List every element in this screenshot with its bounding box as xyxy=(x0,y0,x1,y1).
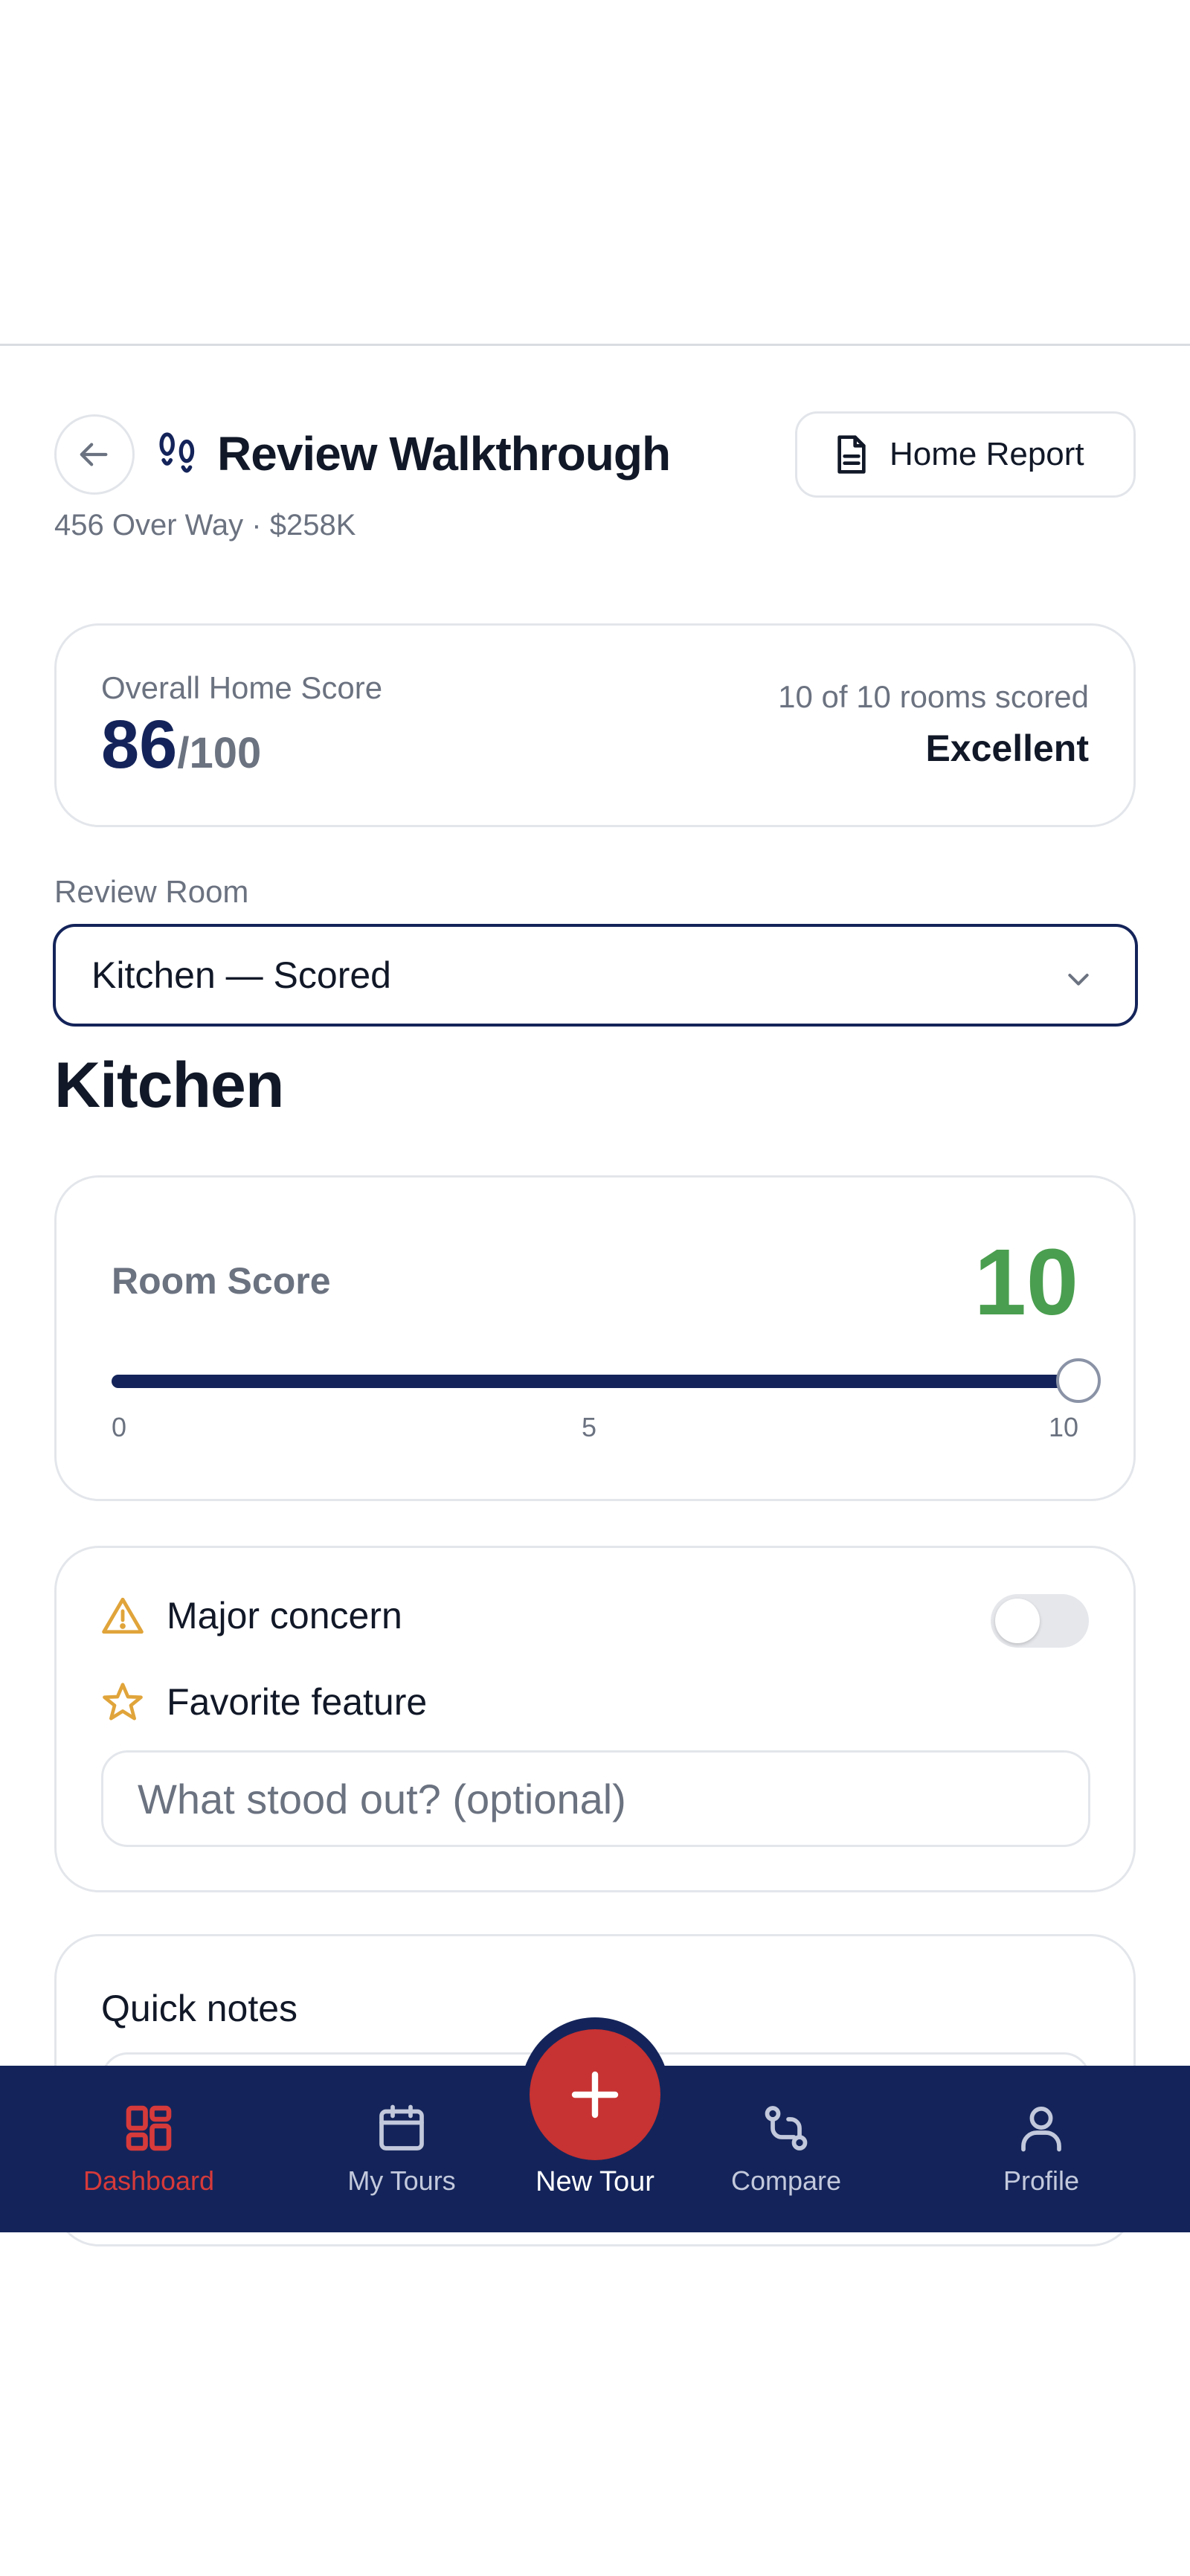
nav-item-compare[interactable]: Compare xyxy=(686,2066,887,2232)
home-report-button[interactable]: Home Report xyxy=(795,411,1136,498)
nav-label-compare: Compare xyxy=(730,2165,842,2196)
star-icon xyxy=(103,1683,143,1721)
favorite-feature-label: Favorite feature xyxy=(167,1681,428,1723)
footprints-icon xyxy=(159,432,195,473)
overall-score-card: Overall Home Score 86/100 10 of 10 rooms… xyxy=(54,623,1136,827)
room-heading: Kitchen xyxy=(54,1050,284,1121)
header-divider xyxy=(0,344,1190,346)
overall-score-value: 86/100 xyxy=(101,709,261,800)
home-report-label: Home Report xyxy=(890,436,1084,472)
nav-label-my-tours: My Tours xyxy=(347,2165,456,2196)
major-concern-toggle[interactable] xyxy=(991,1594,1089,1648)
major-concern-row: Major concern xyxy=(101,1594,402,1637)
compare-icon xyxy=(765,2106,808,2151)
arrow-left-icon xyxy=(80,443,108,466)
nav-item-my-tours[interactable]: My Tours xyxy=(301,2066,502,2232)
nav-label-new-tour: New Tour xyxy=(536,2166,654,2197)
user-icon xyxy=(1021,2107,1061,2152)
room-score-card: Room Score 10 0 5 10 xyxy=(54,1175,1136,1501)
room-flags-card: Major concern Favorite feature xyxy=(54,1546,1136,1892)
major-concern-label: Major concern xyxy=(167,1595,402,1637)
quick-notes-label: Quick notes xyxy=(101,1988,298,2029)
nav-label-profile: Profile xyxy=(1003,2165,1080,2196)
listing-subtitle: 456 Over Way · $258K xyxy=(54,509,356,542)
overall-score-max: /100 xyxy=(177,729,262,777)
rooms-scored-count: 10 of 10 rooms scored xyxy=(778,679,1089,714)
review-room-selected: Kitchen — Scored xyxy=(91,954,391,996)
review-room-select[interactable]: Kitchen — Scored xyxy=(53,924,1138,1027)
dashboard-icon xyxy=(126,2105,172,2151)
plus-icon xyxy=(571,2071,619,2119)
slider-tick-mid: 5 xyxy=(582,1412,597,1442)
slider-thumb[interactable] xyxy=(1056,1358,1101,1403)
document-icon xyxy=(837,435,866,474)
room-score-label: Room Score xyxy=(112,1260,331,1302)
favorite-feature-row: Favorite feature xyxy=(101,1680,427,1724)
nav-label-dashboard: Dashboard xyxy=(83,2165,215,2196)
slider-fill xyxy=(112,1375,1078,1388)
slider-tick-min: 0 xyxy=(112,1412,127,1442)
overall-score-number: 86 xyxy=(101,707,178,783)
toggle-knob xyxy=(995,1599,1040,1643)
room-score-value: 10 xyxy=(974,1230,1078,1334)
favorite-feature-input[interactable] xyxy=(101,1750,1090,1847)
nav-item-profile[interactable]: Profile xyxy=(941,2066,1142,2232)
review-room-label: Review Room xyxy=(54,874,249,909)
overall-rating: Excellent xyxy=(925,727,1089,769)
calendar-icon xyxy=(379,2104,424,2151)
nav-item-dashboard[interactable]: Dashboard xyxy=(45,2066,253,2232)
slider-tick-max: 10 xyxy=(1048,1412,1078,1442)
overall-score-label: Overall Home Score xyxy=(101,670,383,705)
back-button[interactable] xyxy=(54,414,135,495)
room-score-slider[interactable] xyxy=(112,1358,1101,1403)
chevron-down-icon xyxy=(1068,974,1089,986)
warning-icon xyxy=(102,1597,144,1634)
new-tour-button[interactable] xyxy=(530,2029,660,2160)
page-title: Review Walkthrough xyxy=(217,427,671,481)
